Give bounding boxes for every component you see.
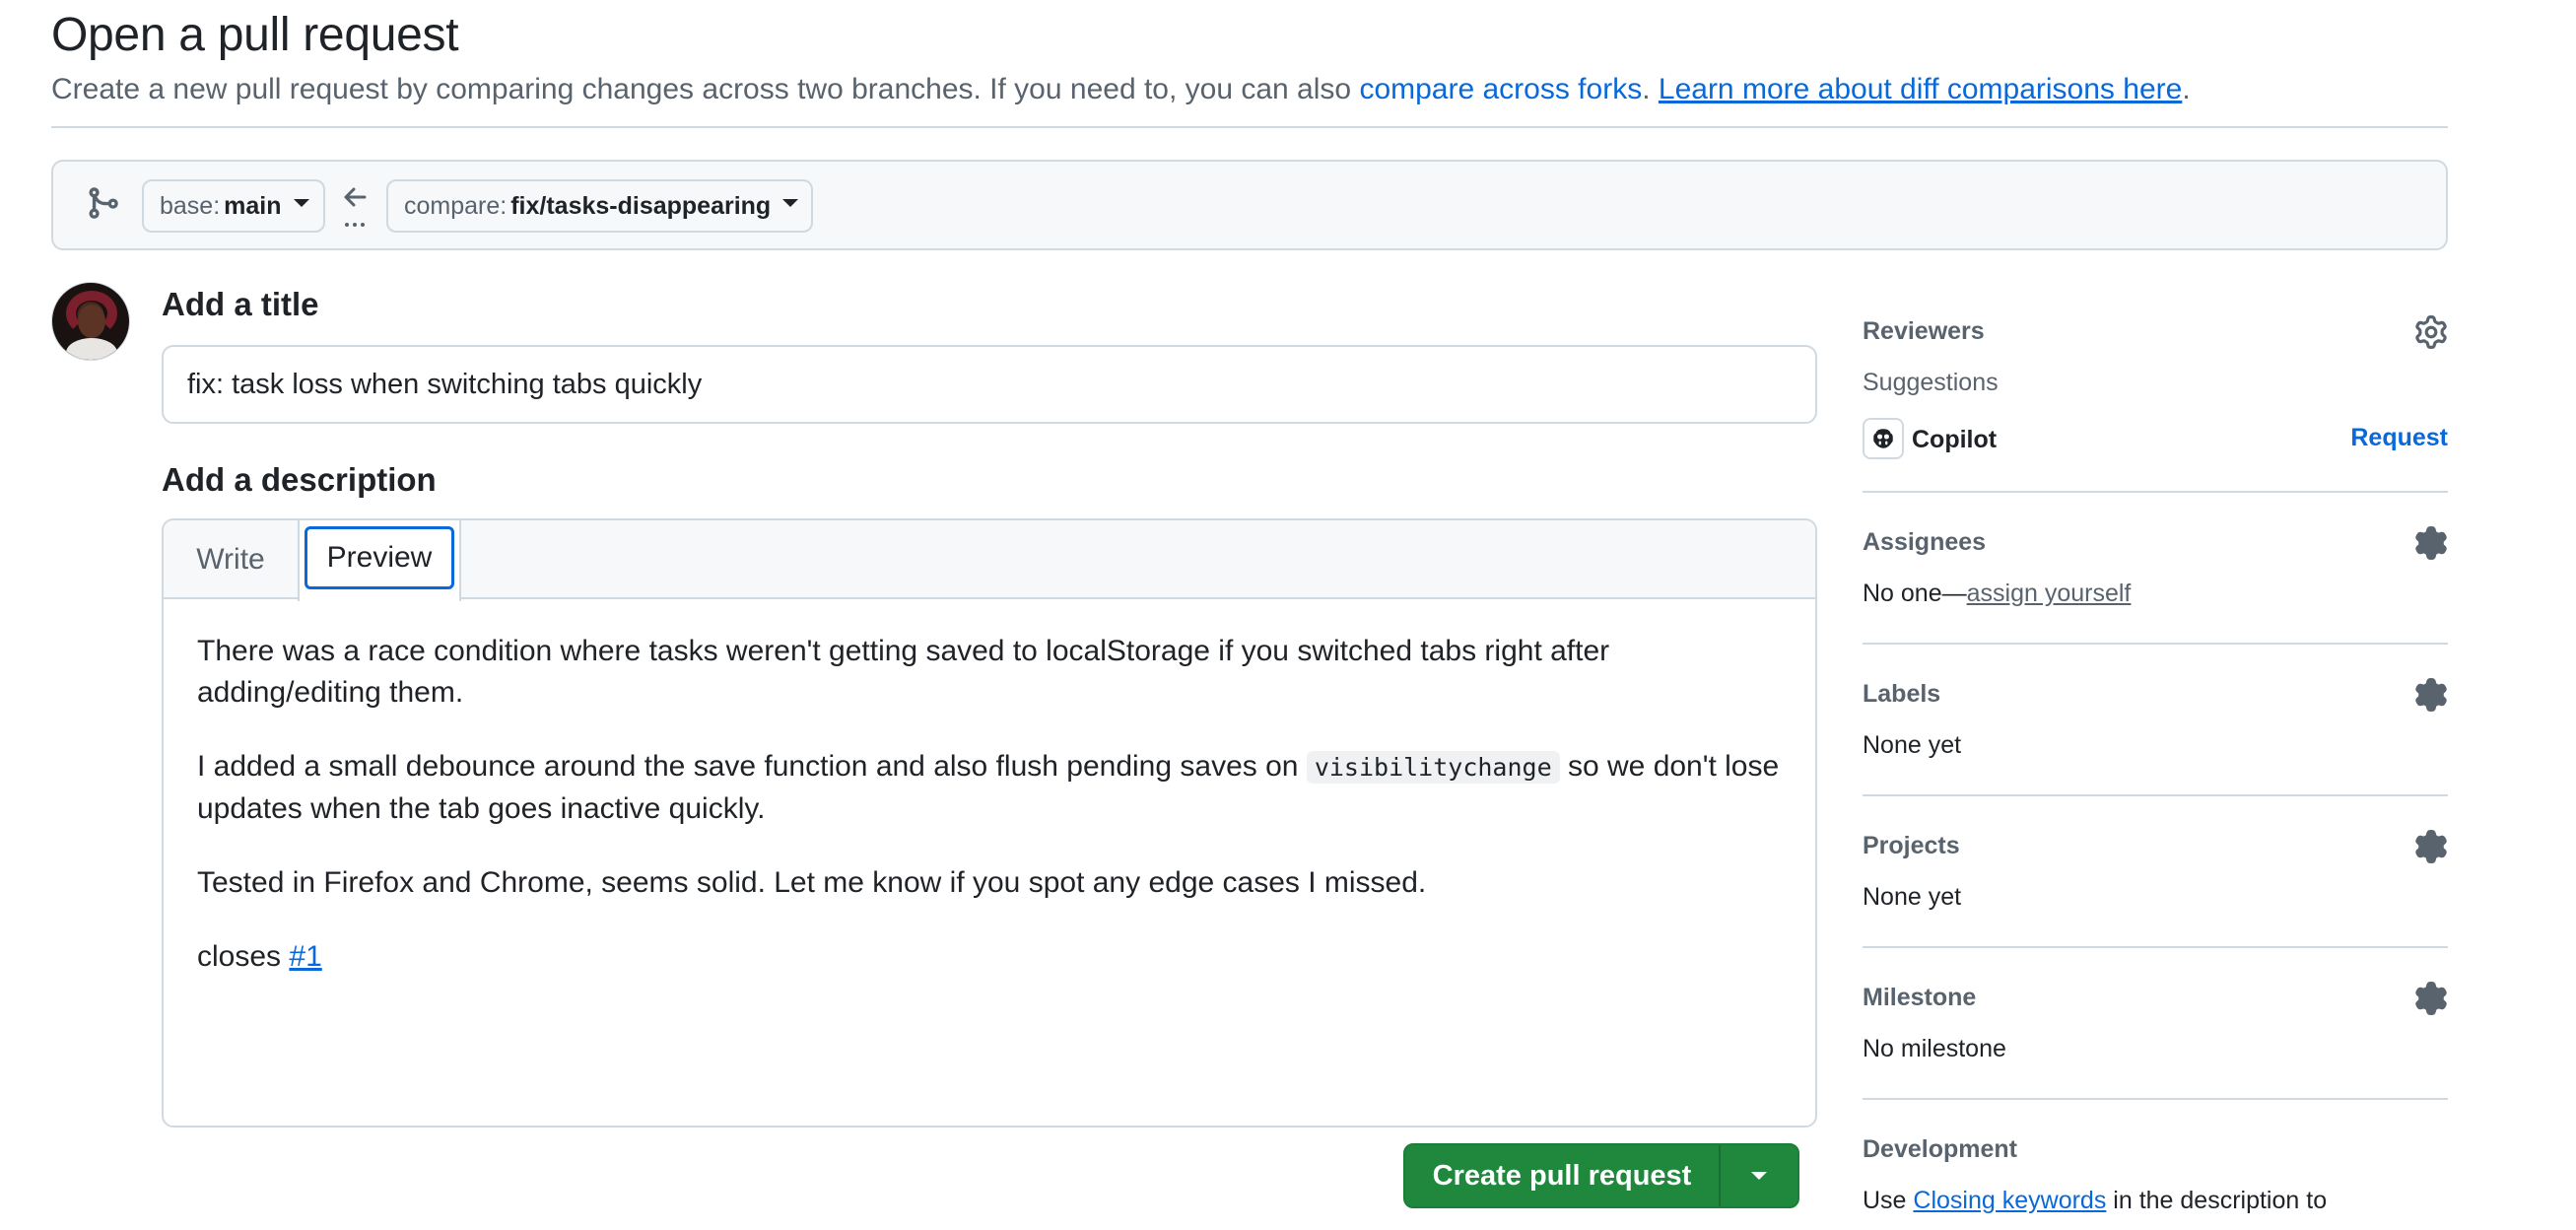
preview-paragraph: There was a race condition where tasks w… (197, 635, 1610, 709)
development-text: Use (1863, 1187, 1907, 1214)
tab-preview[interactable]: Preview (305, 526, 454, 589)
learn-more-diff-link[interactable]: Learn more about diff comparisons here (1659, 73, 2182, 105)
inline-code: visibilitychange (1306, 751, 1560, 784)
assignees-value: No one—assign yourself (1863, 580, 2131, 608)
arrow-left-icon (344, 187, 367, 227)
chevron-down-icon (293, 199, 309, 207)
suggestions-label: Suggestions (1863, 369, 1999, 396)
branch-range-editor: base: main compare: fix/tasks-disappeari… (51, 160, 2448, 250)
create-options-dropdown[interactable] (1721, 1145, 1797, 1206)
reviewers-title: Reviewers (1863, 317, 1985, 345)
create-pull-request-button[interactable]: Create pull request (1405, 1145, 1719, 1206)
request-review-link[interactable]: Request (2350, 424, 2448, 452)
milestone-title: Milestone (1863, 984, 1977, 1011)
create-pull-request-group: Create pull request (1403, 1143, 1799, 1208)
development-title: Development (1863, 1135, 2017, 1163)
projects-section: Projects None yet (1863, 796, 2448, 948)
development-hint: Use Closing keywords in the description … (1863, 1187, 2327, 1215)
compare-icon (89, 187, 118, 219)
issue-link[interactable]: #1 (289, 940, 321, 973)
compare-branch-select[interactable]: compare: fix/tasks-disappearing (386, 179, 813, 233)
tab-write[interactable]: Write (164, 520, 298, 599)
closing-keywords-link[interactable]: Closing keywords (1913, 1187, 2106, 1214)
compare-value: fix/tasks-disappearing (510, 191, 772, 220)
labels-title: Labels (1863, 680, 1941, 708)
gear-icon[interactable] (2414, 678, 2448, 712)
gear-icon[interactable] (2414, 315, 2448, 349)
reviewers-section: Reviewers Suggestions Copilot Request (1863, 306, 2448, 493)
assignees-none-text: No one— (1863, 580, 1967, 607)
chevron-down-icon (1751, 1172, 1767, 1180)
gear-icon[interactable] (2414, 830, 2448, 863)
development-text: in the description to (2113, 1187, 2328, 1214)
gear-icon[interactable] (2414, 526, 2448, 560)
tab-preview-container: Preview (298, 520, 461, 601)
sidebar: Reviewers Suggestions Copilot Request As… (1863, 306, 2448, 1230)
assign-yourself-link[interactable]: assign yourself (1967, 580, 2132, 607)
preview-text: I added a small debounce around the save… (197, 750, 1299, 783)
description-editor: Write Preview There was a race condition… (162, 518, 1817, 1128)
compare-across-forks-link[interactable]: compare across forks (1359, 73, 1642, 105)
subtitle-period-end: . (2182, 73, 2191, 105)
assignees-section: Assignees No one—assign yourself (1863, 493, 2448, 645)
assignees-title: Assignees (1863, 528, 1987, 556)
page-subtitle: Create a new pull request by comparing c… (51, 73, 2191, 106)
subtitle-text: Create a new pull request by comparing c… (51, 73, 1352, 105)
description-label: Add a description (162, 461, 437, 498)
base-key: base: (160, 191, 221, 220)
projects-title: Projects (1863, 832, 1960, 859)
description-preview: There was a race condition where tasks w… (197, 631, 1784, 1010)
milestone-section: Milestone No milestone (1863, 948, 2448, 1100)
preview-text: closes (197, 940, 282, 973)
preview-paragraph: I added a small debounce around the save… (197, 746, 1784, 830)
editor-tabs: Write Preview (164, 520, 1815, 601)
milestone-value: No milestone (1863, 1035, 2006, 1062)
copilot-icon (1863, 418, 1904, 459)
base-value: main (224, 191, 282, 220)
compare-key: compare: (404, 191, 508, 220)
projects-value: None yet (1863, 883, 1962, 911)
development-section: Development Use Closing keywords in the … (1863, 1100, 2448, 1230)
copilot-reviewer-name: Copilot (1912, 426, 1998, 453)
labels-section: Labels None yet (1863, 645, 2448, 796)
title-label: Add a title (162, 286, 319, 322)
gear-icon[interactable] (2414, 982, 2448, 1015)
avatar (51, 282, 130, 361)
subtitle-period: . (1642, 73, 1651, 105)
header-divider (51, 126, 2448, 128)
page-title: Open a pull request (51, 9, 459, 61)
labels-value: None yet (1863, 731, 1962, 759)
preview-paragraph: closes #1 (197, 936, 1784, 978)
title-input[interactable]: fix: task loss when switching tabs quick… (162, 345, 1817, 424)
chevron-down-icon (782, 199, 799, 207)
base-branch-select[interactable]: base: main (142, 179, 325, 233)
preview-paragraph: Tested in Firefox and Chrome, seems soli… (197, 866, 1427, 899)
